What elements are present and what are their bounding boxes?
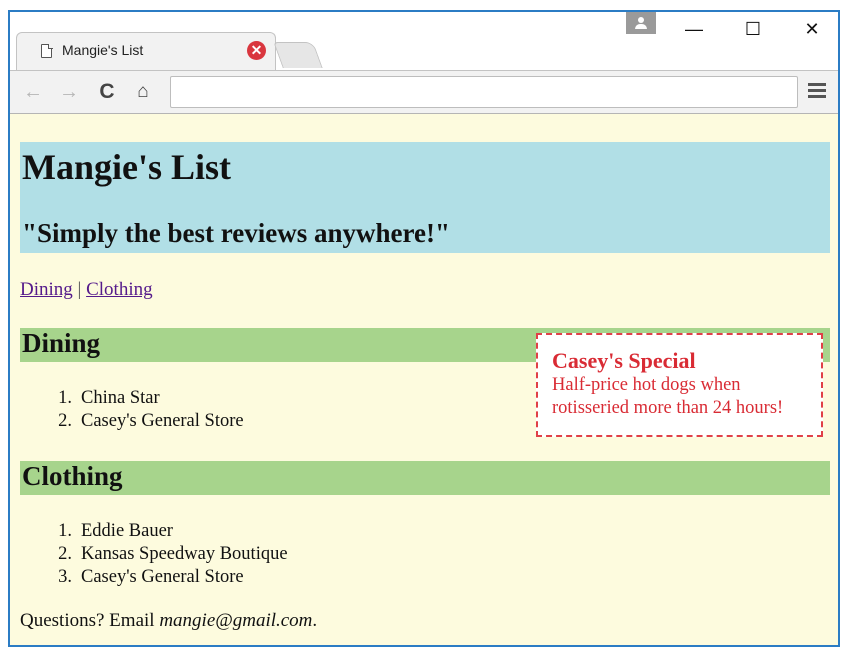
nav-link-dining[interactable]: Dining: [20, 279, 73, 300]
list-item-text: Casey's General Store: [81, 567, 244, 587]
tab-mangies-list[interactable]: Mangie's List ✕: [16, 32, 276, 70]
back-arrow-icon[interactable]: ←: [20, 79, 46, 105]
special-title: Casey's Special: [552, 348, 696, 373]
profile-icon[interactable]: [626, 12, 656, 34]
reload-icon[interactable]: C: [94, 79, 120, 105]
footer-prefix: Questions? Email: [20, 610, 160, 631]
clothing-heading: Clothing: [22, 461, 123, 491]
close-window-button[interactable]: ✕: [792, 14, 832, 44]
list-item-text: Kansas Speedway Boutique: [81, 544, 288, 564]
page-header: Mangie's List "Simply the best reviews a…: [20, 142, 830, 253]
special-body: Half-price hot dogs when rotisseried mor…: [552, 375, 784, 418]
forward-arrow-icon[interactable]: →: [56, 79, 82, 105]
hamburger-menu-icon[interactable]: [808, 83, 826, 99]
list-item-text: Eddie Bauer: [81, 521, 173, 541]
list-number: 2.: [58, 411, 72, 431]
list-item-text: China Star: [81, 388, 160, 408]
page-title: Mangie's List: [22, 147, 232, 187]
clothing-section-bar: Clothing: [20, 461, 830, 495]
list-number: 1.: [58, 388, 72, 408]
list-item: 1. Eddie Bauer: [46, 521, 288, 544]
list-item: 2. Casey's General Store: [46, 411, 244, 434]
page-footer: Questions? Email mangie@gmail.com.: [20, 610, 317, 632]
browser-toolbar: ← → C ⌂: [10, 70, 838, 114]
nav-link-clothing[interactable]: Clothing: [86, 279, 153, 300]
browser-window: Mangie's List ✕ — ☐ ✕ ← → C ⌂ Mangie's L…: [8, 10, 840, 647]
title-bar: Mangie's List ✕ — ☐ ✕: [10, 12, 838, 72]
clothing-list: 1. Eddie Bauer 2. Kansas Speedway Boutique…: [46, 521, 288, 590]
top-navigation: Dining | Clothing: [20, 279, 153, 301]
minimize-button[interactable]: —: [674, 14, 714, 44]
dining-list: 1. China Star 2. Casey's General Store: [46, 388, 244, 434]
page-icon: [41, 44, 52, 58]
new-tab-button[interactable]: [273, 42, 323, 68]
list-item: 2. Kansas Speedway Boutique: [46, 544, 288, 567]
nav-separator: |: [77, 279, 82, 300]
maximize-button[interactable]: ☐: [733, 14, 773, 44]
dining-heading: Dining: [22, 328, 101, 358]
tab-title: Mangie's List: [62, 42, 144, 58]
list-number: 1.: [58, 521, 72, 541]
list-number: 2.: [58, 544, 72, 564]
list-item: 3. Casey's General Store: [46, 567, 288, 590]
footer-email: mangie@gmail.com: [159, 610, 313, 631]
tab-close-icon[interactable]: ✕: [247, 41, 266, 60]
address-bar[interactable]: [170, 76, 798, 108]
list-item-text: Casey's General Store: [81, 411, 244, 431]
page-tagline: "Simply the best reviews anywhere!": [22, 218, 450, 248]
page-viewport: Mangie's List "Simply the best reviews a…: [10, 114, 838, 645]
list-number: 3.: [58, 567, 72, 587]
list-item: 1. China Star: [46, 388, 244, 411]
footer-suffix: .: [312, 610, 318, 631]
special-callout: Casey's Special Half-price hot dogs when…: [536, 333, 823, 437]
home-icon[interactable]: ⌂: [130, 79, 156, 105]
